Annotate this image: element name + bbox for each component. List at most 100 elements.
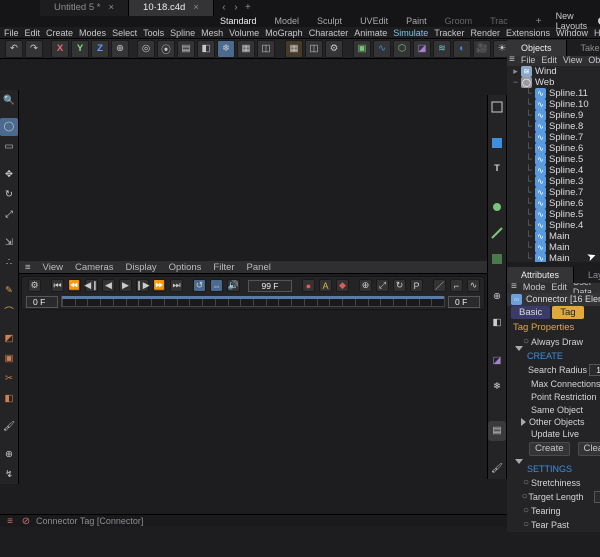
render-settings-icon[interactable]: ⚙ <box>325 40 343 58</box>
menu-item[interactable]: Extensions <box>506 28 550 38</box>
menu-item[interactable]: Select <box>112 28 137 38</box>
menu-item[interactable]: File <box>4 28 19 38</box>
close-icon[interactable]: × <box>108 2 114 13</box>
menu-item[interactable]: Edit <box>25 28 41 38</box>
rect-select-icon[interactable]: ▭ <box>0 138 18 156</box>
tl-step-back-icon[interactable]: ◀❙ <box>85 279 98 292</box>
attributes-tab[interactable]: Attributes <box>507 267 574 283</box>
tl-frame-field[interactable]: 99 F <box>248 280 292 292</box>
target-length-field[interactable]: 100 % <box>594 491 600 503</box>
menu-item[interactable]: Spline <box>170 28 195 38</box>
undo-icon[interactable]: ↶ <box>5 40 23 58</box>
scale-tool-icon[interactable]: ⤢ <box>0 206 18 224</box>
object-row[interactable]: └∿Main✓ <box>507 231 600 242</box>
objects-menu-item[interactable]: File <box>521 55 536 65</box>
tearpast-anim-icon[interactable]: ○ <box>521 519 531 531</box>
status-warning-icon[interactable]: ≡ <box>4 515 16 527</box>
menu-item[interactable]: Modes <box>79 28 106 38</box>
viewport-menu-item[interactable]: View <box>37 262 69 273</box>
quantize-icon[interactable]: ⦿ <box>157 40 175 58</box>
render-region-icon[interactable]: ◫ <box>305 40 323 58</box>
tl-key-rot-icon[interactable]: ↻ <box>393 279 406 292</box>
layout-item[interactable]: Standard <box>220 16 257 26</box>
object-row[interactable]: ▸≋Wind✓ <box>507 66 600 77</box>
menu-item[interactable]: Render <box>470 28 500 38</box>
tl-play-bwd-icon[interactable]: ◀ <box>102 279 115 292</box>
axis-x-icon[interactable]: X <box>51 40 69 58</box>
objects-menu-item[interactable]: Edit <box>541 55 557 65</box>
place-tool-icon[interactable]: ⇲ <box>0 234 18 252</box>
axis-mode-icon[interactable]: ⊕ <box>488 287 506 307</box>
viewport-menu-item[interactable]: Panel <box>241 262 277 273</box>
attr-menu-mode[interactable]: Mode <box>523 282 546 292</box>
knife-icon[interactable]: ✂ <box>0 370 18 388</box>
tl-step-icon[interactable]: ⌐ <box>450 279 463 292</box>
object-row[interactable]: └∿Spline.3✓ <box>507 176 600 187</box>
object-row[interactable]: └∿Spline.10✓ <box>507 99 600 110</box>
object-row[interactable]: └∿Spline.6✓ <box>507 198 600 209</box>
objects-tab[interactable]: Takes <box>567 40 600 56</box>
objects-menu-item[interactable]: View <box>563 55 582 65</box>
layout-item[interactable]: Model <box>275 16 300 26</box>
tl-step-fwd-icon[interactable]: ❙▶ <box>136 279 149 292</box>
create-button[interactable]: Create <box>529 442 570 456</box>
deformer-icon[interactable]: ◪ <box>413 40 431 58</box>
object-row[interactable]: └∿Spline.9✓ <box>507 110 600 121</box>
menu-item[interactable]: Tools <box>143 28 164 38</box>
object-name[interactable]: Spline.5 <box>549 209 600 220</box>
object-name[interactable]: Web <box>535 77 600 88</box>
tl-key-scl-icon[interactable]: ⤢ <box>376 279 389 292</box>
scatter-tool-icon[interactable]: ∴ <box>0 254 18 272</box>
viewport-menu-item[interactable]: Display <box>120 262 163 273</box>
object-name[interactable]: Spline.7 <box>549 187 600 198</box>
object-name[interactable]: Spline.6 <box>549 198 600 209</box>
tl-loop-icon[interactable]: ↺ <box>193 279 206 292</box>
menu-item[interactable]: Character <box>309 28 349 38</box>
spline-arc-icon[interactable]: ⌒ <box>0 302 18 320</box>
tl-linear-icon[interactable]: ／ <box>433 279 446 292</box>
search-icon[interactable]: 🔍 <box>0 92 18 110</box>
tlen-anim-icon[interactable]: ○ <box>521 491 528 503</box>
snap-icon[interactable]: ❄ <box>488 377 506 397</box>
field-icon[interactable]: ≋ <box>433 40 451 58</box>
text-mode-icon[interactable]: T <box>488 159 506 179</box>
menu-item[interactable]: Volume <box>229 28 259 38</box>
tl-to-start-icon[interactable]: ⏮ <box>51 279 64 292</box>
move-tool-icon[interactable]: ✥ <box>0 166 18 184</box>
object-name[interactable]: Spline.5 <box>549 154 600 165</box>
viewport-menu-item[interactable]: Filter <box>207 262 240 273</box>
layout-plus-icon[interactable]: + <box>536 15 542 27</box>
spline-pen-tool-icon[interactable]: ✎ <box>0 282 18 300</box>
brush-tool-icon[interactable]: 🖌 <box>0 418 18 436</box>
object-name[interactable]: Spline.11 <box>549 88 600 99</box>
axis-z-icon[interactable]: Z <box>91 40 109 58</box>
object-name[interactable]: Spline.3 <box>549 176 600 187</box>
next-tab-icon[interactable]: › <box>230 2 242 14</box>
layout-item[interactable]: Paint <box>406 16 427 26</box>
object-row[interactable]: └∿Spline.6✓ <box>507 143 600 154</box>
tree-expand-icon[interactable]: ▸ <box>511 66 520 78</box>
clear-button[interactable]: Clear <box>578 442 600 456</box>
object-row[interactable]: └∿Spline.5✓ <box>507 154 600 165</box>
objects-menu-item[interactable]: Object <box>588 55 600 65</box>
menu-item[interactable]: Create <box>46 28 73 38</box>
prev-tab-icon[interactable]: ‹ <box>218 2 230 14</box>
tl-ruler[interactable] <box>61 296 445 307</box>
layout-item[interactable]: Trac <box>490 16 508 26</box>
tl-step-fwd-key-icon[interactable]: ⏩ <box>153 279 166 292</box>
attr-tab-tag[interactable]: Tag <box>552 306 583 319</box>
object-row[interactable]: └∿Spline.11✓ <box>507 88 600 99</box>
tear-anim-icon[interactable]: ○ <box>521 505 531 517</box>
viewport-grip-icon[interactable]: ≡ <box>19 262 37 273</box>
grid-snap-icon[interactable]: ▦ <box>237 40 255 58</box>
camera-icon[interactable]: 🎥 <box>473 40 491 58</box>
layout-item[interactable]: UVEdit <box>360 16 388 26</box>
attr-tab-basic[interactable]: Basic <box>511 306 550 319</box>
world-axis-icon[interactable]: ⊕ <box>111 40 129 58</box>
tl-range-icon[interactable]: ⇔ <box>210 279 223 292</box>
tl-step-back-key-icon[interactable]: ⏪ <box>68 279 81 292</box>
create-section-header[interactable]: CREATE <box>507 349 600 363</box>
object-name[interactable]: Wind <box>535 66 600 77</box>
primitive-cube-icon[interactable]: ▣ <box>353 40 371 58</box>
viewport-solo-icon[interactable]: ◧ <box>488 313 506 333</box>
